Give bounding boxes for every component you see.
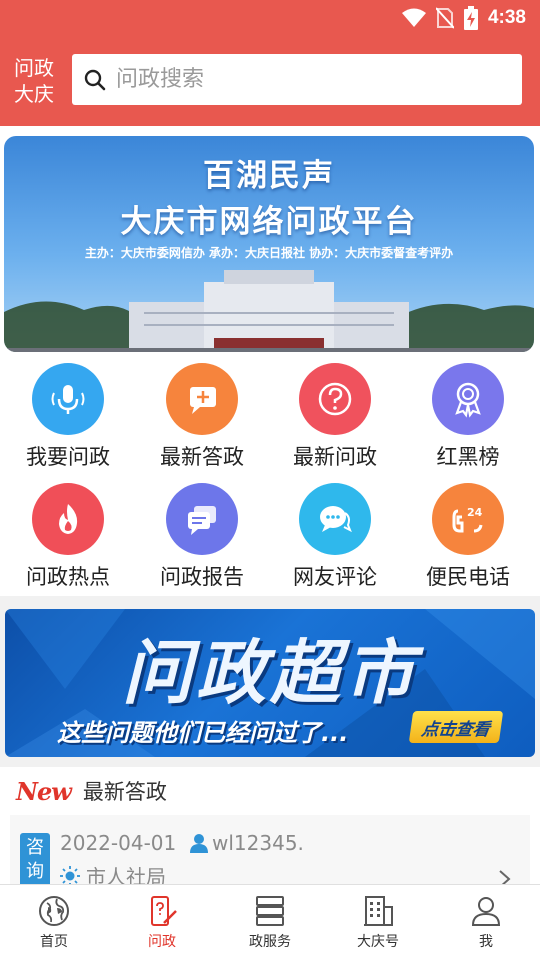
bottom-navigation: 首页 问政 政服务 大庆号 我 [0,884,540,960]
item-department-name: 市人社局 [86,865,166,884]
no-sim-icon [435,7,454,29]
app-brand: 问政大庆 [14,56,54,106]
user-icon [190,834,208,853]
search-bar[interactable] [72,54,522,105]
phone-24-icon: 24 [432,483,504,555]
globe-icon [39,896,69,926]
nav-item-services[interactable]: 政服务 [216,885,324,960]
grid-item-red-black-list[interactable]: 红黑榜 [408,363,528,471]
nav-label: 我 [479,934,493,950]
item-department: 市人社局 [60,861,166,884]
item-date: 2022-04-01 [60,831,177,855]
flame-icon [32,483,104,555]
grid-label: 最新答政 [160,445,244,469]
phone-pen-icon [151,896,177,926]
person-icon [471,897,501,926]
banner-title: 百湖民声 [203,158,335,194]
lightbulb-icon [60,865,80,884]
government-building-image [4,270,534,352]
grid-item-reports[interactable]: 问政报告 [142,483,262,591]
nav-item-me[interactable]: 我 [432,885,540,960]
main-content[interactable]: 百湖民声 大庆市网络问政平台 主办：大庆市委网信办 承办：大庆日报社 协办：大庆… [0,126,540,884]
building-icon [364,896,393,926]
status-icons: 4:38 [401,6,526,30]
category-tag: 咨询 [20,833,50,884]
nav-label: 首页 [40,934,68,950]
item-username: wl12345. [212,831,304,855]
nav-item-home[interactable]: 首页 [0,885,108,960]
chat-plus-icon [166,363,238,435]
status-bar: 4:38 [0,0,540,38]
wifi-icon [401,8,426,27]
microphone-icon [32,363,104,435]
nav-label: 大庆号 [357,934,399,950]
battery-charging-icon [463,6,478,30]
grid-item-latest-questions[interactable]: 最新问政 [275,363,395,471]
grid-label: 红黑榜 [436,445,500,469]
grid-label: 网友评论 [293,565,377,589]
latest-answers-header: New 最新答政 [0,767,540,815]
list-item[interactable]: 咨询 2022-04-01 wl12345. 市人社局 [10,815,530,884]
award-ribbon-icon [432,363,504,435]
promo-banner[interactable]: 问政超市 这些问题他们已经问过了... 点击查看 [5,609,535,757]
grid-label: 我要问政 [26,445,110,469]
search-icon [84,69,106,90]
item-user: wl12345. [190,831,304,855]
search-input[interactable] [116,67,496,92]
section-title: 最新答政 [82,780,167,804]
promo-subtitle: 这些问题他们已经问过了... [57,719,349,747]
app-header: 问政大庆 [0,38,540,126]
grid-item-hotline[interactable]: 24 便民电话 [408,483,528,591]
grid-label: 便民电话 [426,565,510,589]
grid-label: 最新问政 [293,445,377,469]
nav-item-wenzheng[interactable]: 问政 [108,885,216,960]
grid-item-comments[interactable]: 网友评论 [275,483,395,591]
grid-label: 问政热点 [26,565,110,589]
grid-label: 问政报告 [160,565,244,589]
nav-label: 问政 [148,934,176,950]
status-time: 4:38 [487,7,526,28]
grid-item-ask[interactable]: 我要问政 [8,363,128,471]
latest-answers-section: New 最新答政 咨询 2022-04-01 wl12345. 市人社局 [0,767,540,884]
comment-bubbles-icon [299,483,371,555]
chevron-right-icon [499,870,511,884]
grid-item-latest-answers[interactable]: 最新答政 [142,363,262,471]
grid-item-hot-topics[interactable]: 问政热点 [8,483,128,591]
question-icon [299,363,371,435]
new-badge: New [16,776,72,806]
nav-label: 政服务 [249,934,291,950]
nav-item-daqing-hao[interactable]: 大庆号 [324,885,432,960]
promo-title: 问政超市 [122,632,418,714]
banner-subtitle: 大庆市网络问政平台 [120,204,418,240]
hero-banner[interactable]: 百湖民声 大庆市网络问政平台 主办：大庆市委网信办 承办：大庆日报社 协办：大庆… [4,136,534,352]
report-chat-icon [166,483,238,555]
server-stack-icon [256,896,284,926]
svg-text:24: 24 [467,506,483,519]
promo-view-button[interactable]: 点击查看 [408,711,504,743]
